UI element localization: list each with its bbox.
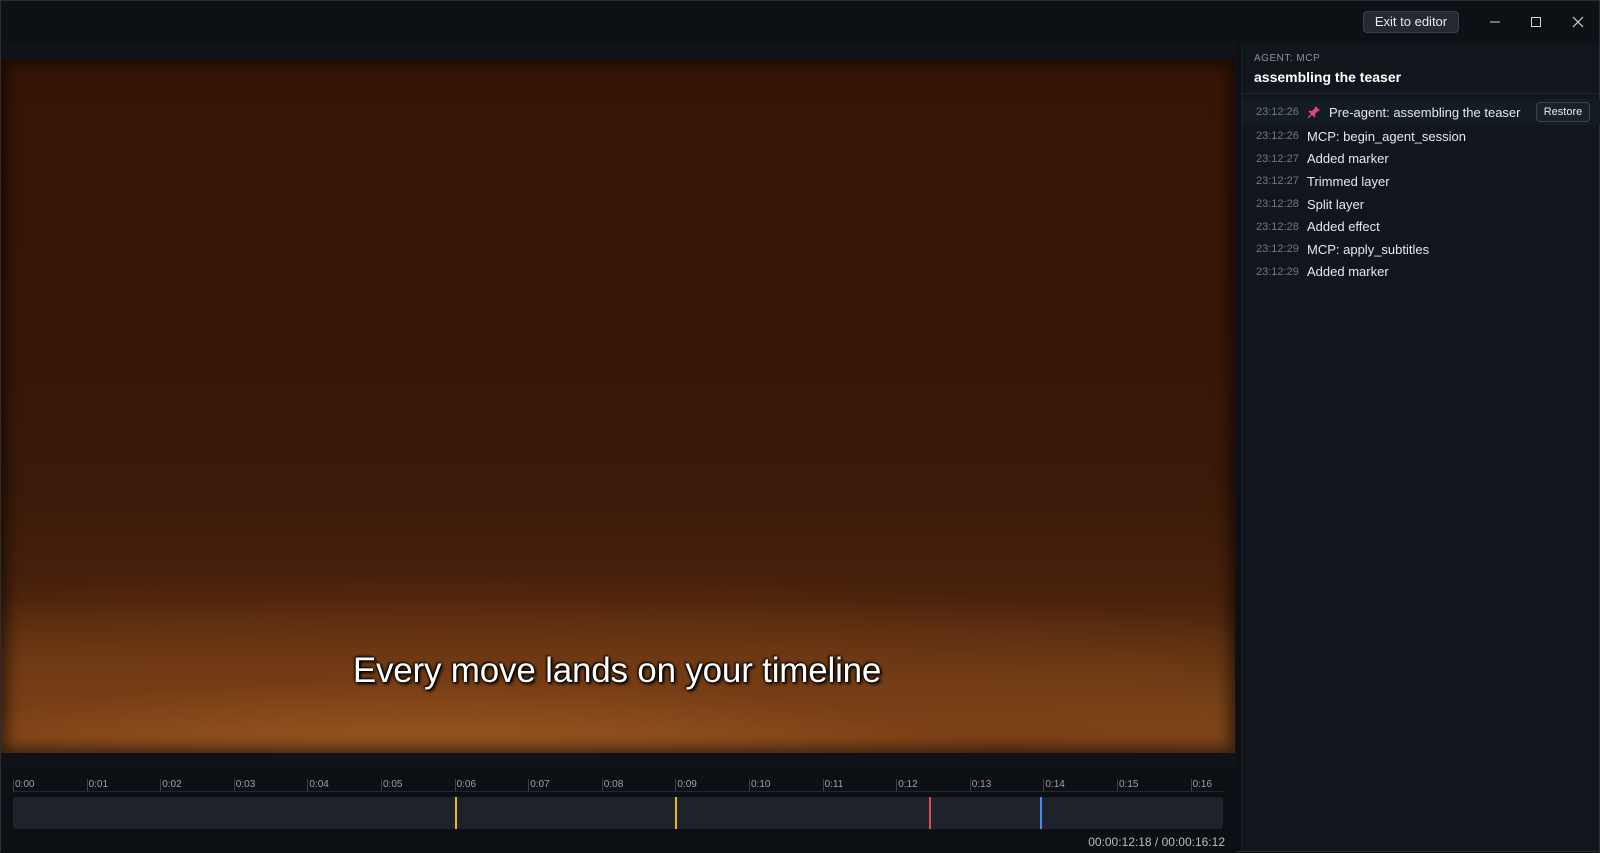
- history-label: Split layer: [1307, 196, 1365, 212]
- history-time: 23:12:27: [1256, 152, 1299, 165]
- history-item[interactable]: 23:12:28 Added effect: [1242, 215, 1600, 238]
- exit-to-editor-button[interactable]: Exit to editor: [1363, 11, 1459, 33]
- history-item[interactable]: 23:12:27 Added marker: [1242, 148, 1600, 171]
- timeline-marker[interactable]: [1039, 797, 1042, 829]
- pin-icon: [1307, 105, 1329, 119]
- history-item[interactable]: 23:12:26 Pre-agent: assembling the teaser…: [1242, 99, 1600, 125]
- history-time: 23:12:26: [1256, 130, 1299, 143]
- history-item[interactable]: 23:12:28 Split layer: [1242, 193, 1600, 216]
- history-item[interactable]: 23:12:29 Added marker: [1242, 261, 1600, 284]
- agent-history-panel: AGENT: MCP assembling the teaser 23:12:2…: [1241, 43, 1600, 851]
- close-icon: [1572, 16, 1584, 28]
- timeline-marker[interactable]: [675, 797, 678, 829]
- app-window: Exit to editor Every move lands on your …: [0, 0, 1600, 853]
- ruler-tick: 0:11: [822, 779, 844, 791]
- time-ruler[interactable]: 0:00 0:01 0:02 0:03 0:04 0:05 0:06 0:07 0:08 0:09…: [13, 779, 1223, 799]
- panel-kicker: AGENT: MCP: [1254, 53, 1321, 64]
- history-item[interactable]: 23:12:26 MCP: begin_agent_session: [1242, 125, 1600, 148]
- ruler-tick: 0:15: [1117, 779, 1139, 791]
- timecode-readout: 00:00:12:18 / 00:00:16:12: [1088, 835, 1225, 849]
- ruler-tick: 0:14: [1043, 779, 1065, 791]
- ruler-tick: 0:05: [381, 779, 403, 791]
- history-item[interactable]: 23:12:29 MCP: apply_subtitles: [1242, 238, 1600, 261]
- history-label: Trimmed layer: [1307, 173, 1390, 189]
- history-time: 23:12:28: [1256, 198, 1299, 211]
- history-label: MCP: apply_subtitles: [1307, 241, 1430, 257]
- ruler-tick: 0:00: [13, 779, 35, 791]
- maximize-button[interactable]: [1523, 9, 1549, 35]
- history-time: 23:12:26: [1256, 106, 1299, 118]
- ruler-tick: 0:07: [528, 779, 550, 791]
- ruler-tick: 0:06: [454, 779, 477, 791]
- ruler-tick: 0:02: [160, 779, 182, 791]
- ruler-tick: 0:10: [749, 779, 771, 791]
- history-label: Pre-agent: assembling the teaser: [1329, 104, 1521, 120]
- history-time: 23:12:29: [1256, 243, 1299, 256]
- panel-title: assembling the teaser: [1254, 69, 1402, 85]
- history-list: 23:12:26 Pre-agent: assembling the teaser…: [1242, 99, 1600, 283]
- history-label: Added marker: [1307, 151, 1389, 167]
- ruler-tick: 0:12: [896, 779, 918, 791]
- history-time: 23:12:27: [1256, 175, 1299, 188]
- timeline-marker[interactable]: [454, 797, 457, 829]
- video-preview[interactable]: Every move lands on your timeline: [1, 59, 1235, 753]
- minimize-icon: [1490, 21, 1500, 23]
- history-item[interactable]: 23:12:27 Trimmed layer: [1242, 170, 1600, 193]
- history-time: 23:12:28: [1256, 220, 1299, 233]
- panel-divider: [1242, 93, 1600, 94]
- timeline[interactable]: 0:00 0:01 0:02 0:03 0:04 0:05 0:06 0:07 0:08 0:09…: [1, 769, 1237, 853]
- ruler-tick: 0:03: [233, 779, 256, 791]
- ruler-tick: 0:08: [601, 779, 624, 791]
- close-button[interactable]: [1565, 9, 1591, 35]
- history-time: 23:12:29: [1256, 265, 1299, 278]
- ruler-tick: 0:16: [1190, 779, 1213, 791]
- ruler-tick: 0:13: [969, 779, 992, 791]
- ruler-tick: 0:04: [307, 779, 329, 791]
- subtitle-caption: Every move lands on your timeline: [352, 651, 882, 690]
- restore-button[interactable]: Restore: [1536, 102, 1590, 122]
- maximize-icon: [1531, 17, 1541, 27]
- ruler-tick: 0:09: [675, 779, 697, 791]
- title-bar: Exit to editor: [1, 1, 1599, 43]
- minimize-button[interactable]: [1482, 9, 1508, 35]
- history-label: Added effect: [1307, 219, 1380, 235]
- history-label: Added marker: [1307, 264, 1389, 280]
- timeline-marker[interactable]: [929, 797, 932, 829]
- history-label: MCP: begin_agent_session: [1307, 128, 1466, 144]
- ruler-divider: [13, 791, 1223, 792]
- ruler-tick: 0:01: [86, 779, 109, 791]
